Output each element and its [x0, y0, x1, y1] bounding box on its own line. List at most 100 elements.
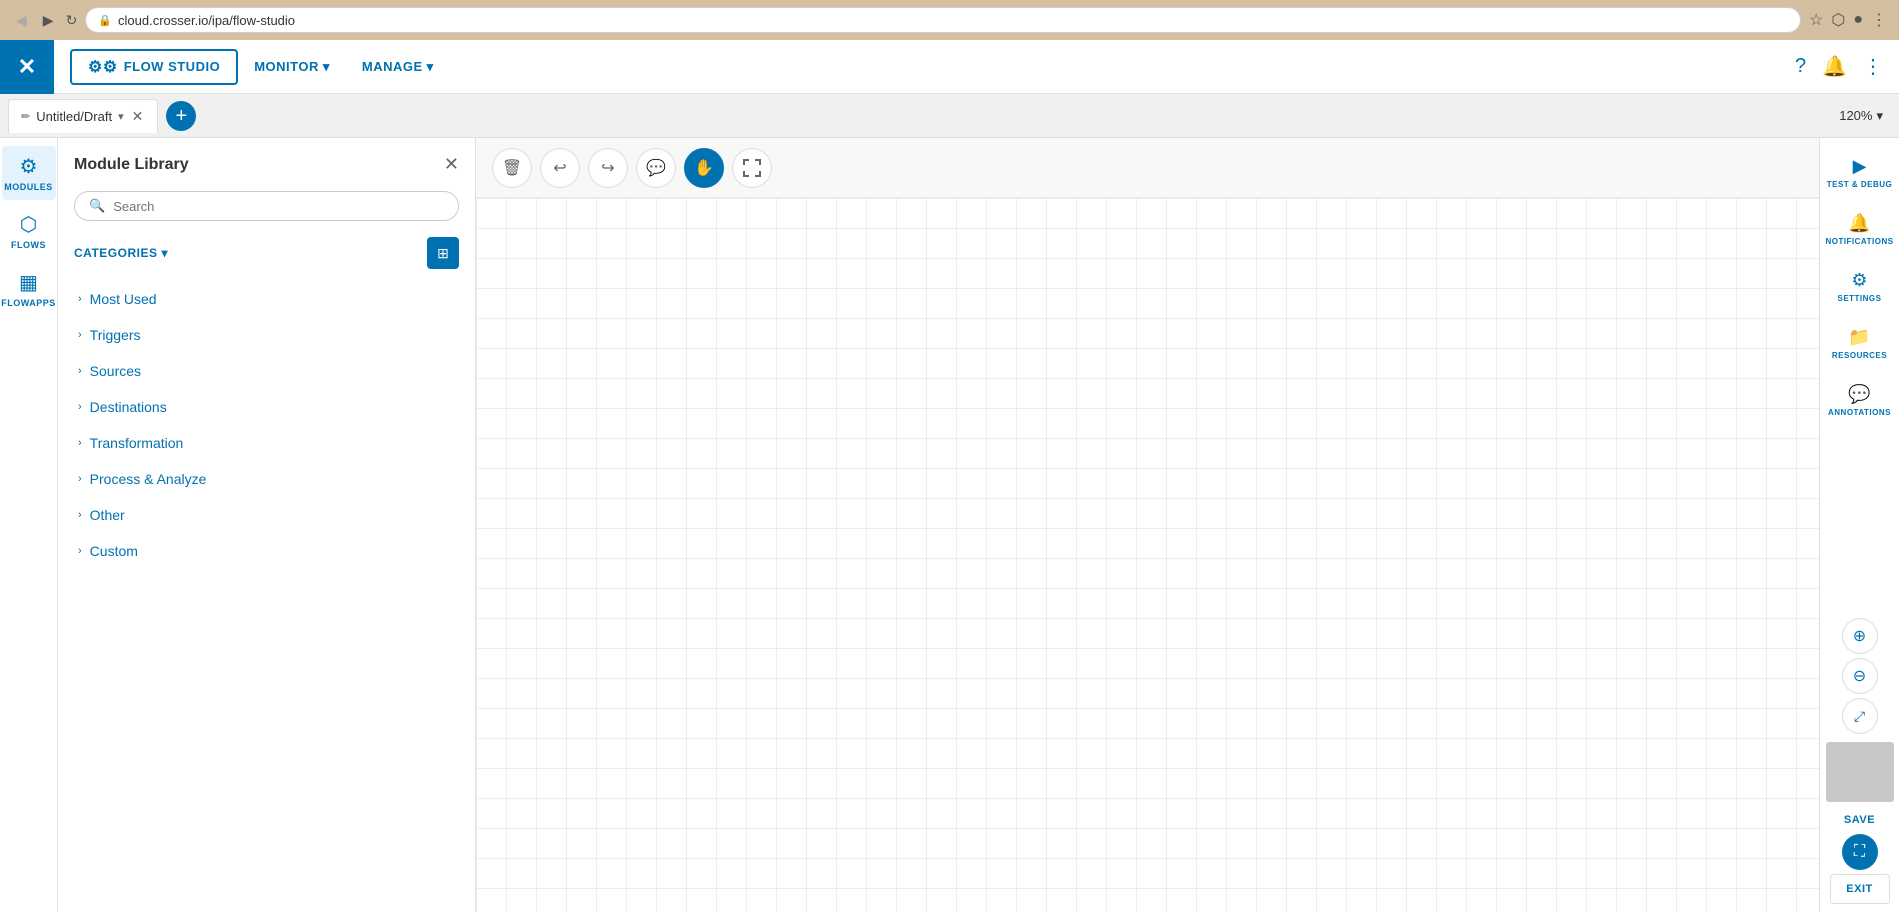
delete-icon: 🗑 — [502, 158, 522, 178]
delete-tool-button[interactable]: 🗑 — [492, 148, 532, 188]
resources-button[interactable]: 📁 RESOURCES — [1822, 317, 1898, 370]
annotations-button[interactable]: 💬 ANNOTATIONS — [1822, 374, 1898, 427]
category-process-analyze-label: Process & Analyze — [90, 471, 207, 487]
category-custom[interactable]: › Custom — [74, 533, 459, 569]
sidebar-item-modules[interactable]: ⚙ MODULES — [2, 146, 56, 200]
fullscreen-button[interactable]: ⛶ — [1842, 834, 1878, 870]
flow-studio-icon: ⚙⚙ — [88, 57, 118, 77]
tab-add-button[interactable]: + — [166, 101, 196, 131]
notifications-right-icon: 🔔 — [1848, 213, 1870, 234]
settings-icon: ⚙ — [1851, 270, 1867, 291]
save-button[interactable]: SAVE — [1840, 810, 1879, 830]
category-other-label: Other — [90, 507, 125, 523]
save-label: SAVE — [1844, 814, 1875, 826]
category-triggers-label: Triggers — [90, 327, 141, 343]
zoom-value: 120% — [1839, 108, 1872, 123]
chevron-process-analyze-icon: › — [78, 473, 82, 485]
comment-tool-button[interactable]: 💬 — [636, 148, 676, 188]
test-debug-icon: ▶ — [1853, 156, 1867, 177]
category-triggers[interactable]: › Triggers — [74, 317, 459, 353]
chevron-triggers-icon: › — [78, 329, 82, 341]
category-transformation-label: Transformation — [90, 435, 184, 451]
chevron-custom-icon: › — [78, 545, 82, 557]
search-input[interactable] — [113, 199, 444, 214]
extensions-button[interactable]: ⬡ — [1831, 10, 1845, 30]
test-debug-button[interactable]: ▶ TEST & DEBUG — [1822, 146, 1898, 199]
marquee-icon — [743, 159, 761, 177]
select-hand-icon: ✋ — [694, 158, 714, 178]
notifications-nav-button[interactable]: 🔔 — [1822, 54, 1847, 79]
category-most-used[interactable]: › Most Used — [74, 281, 459, 317]
lock-icon: 🔒 — [98, 14, 112, 27]
categories-header: CATEGORIES ▾ ⊞ — [74, 237, 459, 269]
redo-tool-button[interactable]: ↪ — [588, 148, 628, 188]
category-transformation[interactable]: › Transformation — [74, 425, 459, 461]
select-tool-button[interactable]: ✋ — [684, 148, 724, 188]
right-sidebar: ▶ TEST & DEBUG 🔔 NOTIFICATIONS ⚙ SETTING… — [1819, 138, 1899, 912]
monitor-label: MONITOR — [254, 59, 319, 74]
category-sources[interactable]: › Sources — [74, 353, 459, 389]
nav-right: ? 🔔 ⋮ — [1795, 54, 1883, 79]
zoom-out-icon: ⊖ — [1853, 666, 1866, 686]
category-destinations[interactable]: › Destinations — [74, 389, 459, 425]
app-container: ✕ ⚙⚙ FLOW STUDIO MONITOR ▾ MANAGE ▾ ? 🔔 … — [0, 40, 1899, 912]
url-bar[interactable]: 🔒 cloud.crosser.io/ipa/flow-studio — [85, 7, 1801, 33]
flow-studio-button[interactable]: ⚙⚙ FLOW STUDIO — [70, 49, 238, 85]
profile-button[interactable]: ● — [1853, 11, 1863, 29]
search-box[interactable]: 🔍 — [74, 191, 459, 221]
category-destinations-label: Destinations — [90, 399, 167, 415]
top-nav: ✕ ⚙⚙ FLOW STUDIO MONITOR ▾ MANAGE ▾ ? 🔔 … — [0, 40, 1899, 94]
url-text: cloud.crosser.io/ipa/flow-studio — [118, 13, 295, 28]
category-most-used-label: Most Used — [90, 291, 157, 307]
help-button[interactable]: ? — [1795, 55, 1806, 78]
zoom-indicator[interactable]: 120% ▾ — [1839, 108, 1883, 124]
monitor-chevron-icon: ▾ — [323, 59, 330, 75]
chevron-most-used-icon: › — [78, 293, 82, 305]
manage-chevron-icon: ▾ — [427, 59, 434, 75]
sidebar-item-flowapps[interactable]: ▦ FLOWAPPS — [2, 262, 56, 316]
sidebar-item-flows[interactable]: ⬡ FLOWS — [2, 204, 56, 258]
exit-button[interactable]: EXIT — [1830, 874, 1890, 904]
manage-label: MANAGE — [362, 59, 423, 74]
right-bottom-actions: ⊕ ⊖ ⤢ SAVE ⛶ EXIT — [1820, 618, 1899, 912]
redo-icon: ↪ — [601, 158, 614, 178]
fullscreen-icon: ⛶ — [1854, 843, 1865, 861]
menu-button[interactable]: ⋮ — [1871, 10, 1887, 30]
bookmark-button[interactable]: ☆ — [1809, 10, 1823, 30]
settings-button[interactable]: ⚙ SETTINGS — [1822, 260, 1898, 313]
zoom-chevron-icon: ▾ — [1876, 108, 1883, 124]
categories-label[interactable]: CATEGORIES ▾ — [74, 246, 168, 260]
marquee-tool-button[interactable] — [732, 148, 772, 188]
chevron-transformation-icon: › — [78, 437, 82, 449]
main-content: ⚙ MODULES ⬡ FLOWS ▦ FLOWAPPS Module Libr… — [0, 138, 1899, 912]
more-options-button[interactable]: ⋮ — [1863, 54, 1883, 79]
back-button[interactable]: ◀ — [12, 8, 31, 33]
module-library-title: Module Library — [74, 156, 189, 174]
tab-close-button[interactable]: ✕ — [130, 108, 146, 125]
zoom-out-button[interactable]: ⊖ — [1842, 658, 1878, 694]
exit-label: EXIT — [1846, 883, 1872, 895]
notifications-right-button[interactable]: 🔔 NOTIFICATIONS — [1822, 203, 1898, 256]
category-sources-label: Sources — [90, 363, 141, 379]
grid-icon: ⊞ — [437, 245, 449, 262]
logo-button[interactable]: ✕ — [0, 40, 54, 94]
refresh-button[interactable]: ↻ — [66, 12, 78, 29]
monitor-button[interactable]: MONITOR ▾ — [238, 53, 346, 81]
category-process-analyze[interactable]: › Process & Analyze — [74, 461, 459, 497]
module-library-close-button[interactable]: ✕ — [444, 154, 459, 175]
forward-button[interactable]: ▶ — [39, 8, 58, 33]
categories-chevron-icon: ▾ — [161, 246, 168, 260]
canvas-main[interactable] — [476, 198, 1819, 912]
tab-bar: ✏ Untitled/Draft ▾ ✕ + 120% ▾ — [0, 94, 1899, 138]
zoom-in-button[interactable]: ⊕ — [1842, 618, 1878, 654]
comment-icon: 💬 — [646, 158, 666, 178]
undo-tool-button[interactable]: ↩ — [540, 148, 580, 188]
tab-untitled[interactable]: ✏ Untitled/Draft ▾ ✕ — [8, 99, 158, 133]
category-custom-label: Custom — [90, 543, 138, 559]
minimap — [1826, 742, 1894, 802]
manage-button[interactable]: MANAGE ▾ — [346, 53, 450, 81]
module-library-panel: Module Library ✕ 🔍 CATEGORIES ▾ ⊞ › Most — [58, 138, 476, 912]
fit-to-screen-button[interactable]: ⤢ — [1842, 698, 1878, 734]
categories-grid-view-button[interactable]: ⊞ — [427, 237, 459, 269]
category-other[interactable]: › Other — [74, 497, 459, 533]
